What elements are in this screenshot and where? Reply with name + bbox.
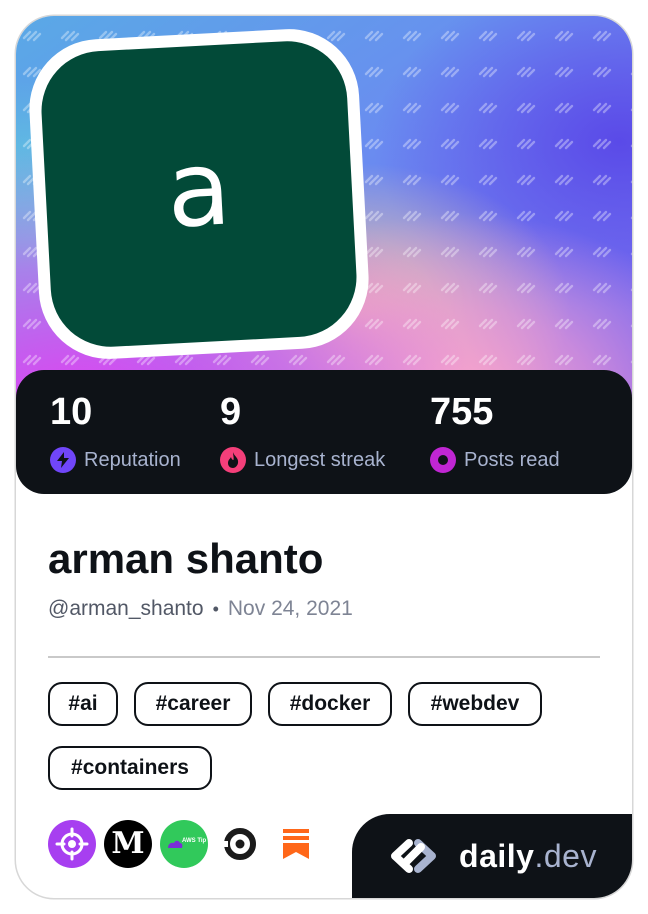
lightning-icon: [50, 447, 76, 473]
aws-tip-source-icon[interactable]: AWS Tip: [160, 820, 208, 868]
profile-meta: @arman_shanto • Nov 24, 2021: [48, 594, 353, 624]
medium-source-icon[interactable]: M: [104, 820, 152, 868]
tag-chip[interactable]: #career: [134, 682, 252, 726]
stat-longest-streak: 9 Longest streak: [220, 390, 385, 474]
medium-glyph: M: [111, 826, 145, 861]
profile-handle: @arman_shanto: [48, 597, 204, 620]
stat-reputation: 10 Reputation: [50, 390, 181, 474]
tag-chip[interactable]: #docker: [268, 682, 392, 726]
tag-chip[interactable]: #containers: [48, 746, 212, 790]
streak-value: 9: [220, 391, 242, 433]
divider: [48, 656, 600, 658]
avatar: a: [25, 25, 373, 363]
tag-chip[interactable]: #ai: [48, 682, 118, 726]
brand-main: daily: [459, 837, 535, 874]
profile-name: arman shanto: [48, 535, 324, 582]
reputation-value: 10: [50, 391, 93, 433]
daily-dev-icon: [391, 839, 437, 873]
posts-read-value: 755: [430, 391, 494, 433]
profile-card: a 10 Reputation 9 Longest streak 755 Pos…: [16, 16, 632, 898]
streak-label: Longest streak: [254, 448, 386, 471]
stats-bar: 10 Reputation 9 Longest streak 755 Posts…: [16, 370, 632, 494]
flame-icon: [220, 447, 246, 473]
stat-posts-read: 755 Posts read: [430, 390, 560, 474]
daily-dev-logo: daily.dev: [352, 814, 632, 898]
brand-sub: .dev: [534, 837, 597, 874]
crosshair-source-icon[interactable]: [48, 820, 96, 868]
circle-o-source-icon[interactable]: [216, 820, 264, 868]
reputation-label: Reputation: [84, 448, 181, 471]
joined-date: Nov 24, 2021: [227, 597, 353, 620]
eye-icon: [430, 447, 456, 473]
posts-read-label: Posts read: [464, 448, 560, 471]
aws-tip-text: AWS Tip: [182, 838, 207, 844]
substack-source-icon[interactable]: [272, 820, 320, 868]
tag-chip[interactable]: #webdev: [408, 682, 542, 726]
meta-separator: •: [212, 598, 219, 619]
avatar-letter: a: [38, 38, 360, 350]
